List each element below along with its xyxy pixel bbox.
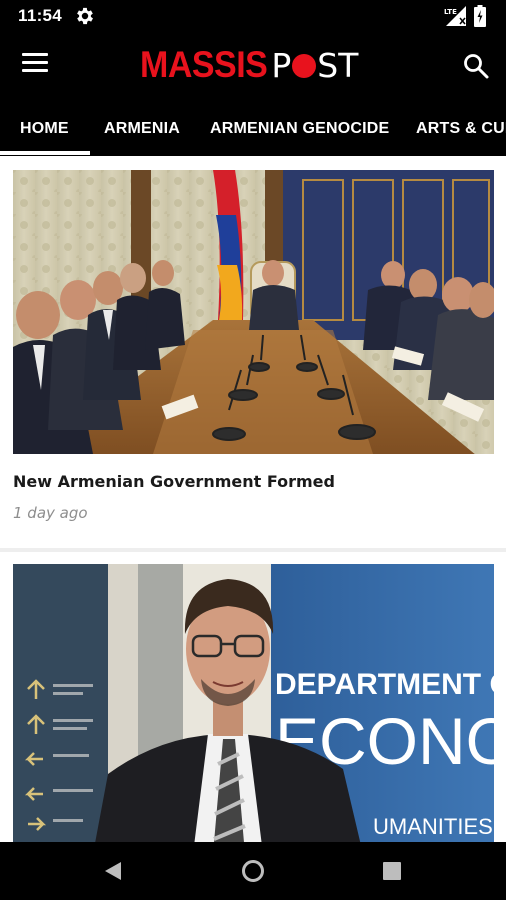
article-title[interactable]: New Armenian Government Formed	[13, 472, 335, 491]
wall-text-humanities: UMANITIES, A	[373, 814, 494, 839]
tab-armenia[interactable]: ARMENIA	[104, 102, 180, 156]
hamburger-menu-icon[interactable]	[22, 53, 48, 79]
article-timestamp: 1 day ago	[13, 504, 88, 522]
wall-text-department: DEPARTMENT OF	[275, 668, 494, 701]
battery-icon	[474, 5, 486, 27]
signal-label: LTE	[444, 8, 457, 16]
article-feed[interactable]: New Armenian Government Formed 1 day ago	[0, 156, 506, 842]
status-bar: 11:54 LTE	[0, 0, 506, 32]
article-image[interactable]: DEPARTMENT OF ECONOM UMANITIES, A	[13, 564, 494, 842]
category-tabs: HOME ARMENIA ARMENIAN GENOCIDE ARTS & CU…	[0, 102, 506, 156]
tab-armenian-genocide[interactable]: ARMENIAN GENOCIDE	[210, 102, 389, 156]
logo-post-p: P	[271, 46, 292, 85]
tab-home[interactable]: HOME	[20, 102, 69, 156]
system-nav-bar	[0, 842, 506, 900]
app-logo: MASSIS P ST	[140, 44, 370, 86]
article-image[interactable]	[13, 170, 494, 454]
economist-portrait-photo: DEPARTMENT OF ECONOM UMANITIES, A	[13, 564, 494, 842]
search-icon[interactable]	[462, 52, 490, 80]
logo-massis: MASSIS	[140, 44, 268, 86]
gear-icon	[77, 7, 93, 25]
signal-icon: LTE	[444, 6, 466, 26]
logo-dot-icon	[292, 53, 317, 78]
active-tab-indicator	[0, 151, 90, 155]
logo-post-st: ST	[317, 46, 359, 85]
logo-post: P ST	[271, 46, 358, 85]
recent-apps-icon[interactable]	[383, 862, 401, 880]
article-card[interactable]: New Armenian Government Formed 1 day ago	[0, 156, 506, 548]
status-time: 11:54	[18, 6, 63, 25]
government-meeting-photo	[13, 170, 494, 454]
tab-arts-culture[interactable]: ARTS & CUL	[416, 102, 506, 156]
article-card[interactable]: DEPARTMENT OF ECONOM UMANITIES, A	[0, 552, 506, 842]
back-icon[interactable]	[103, 861, 123, 881]
app-header: MASSIS P ST	[0, 32, 506, 102]
home-icon[interactable]	[241, 859, 265, 883]
